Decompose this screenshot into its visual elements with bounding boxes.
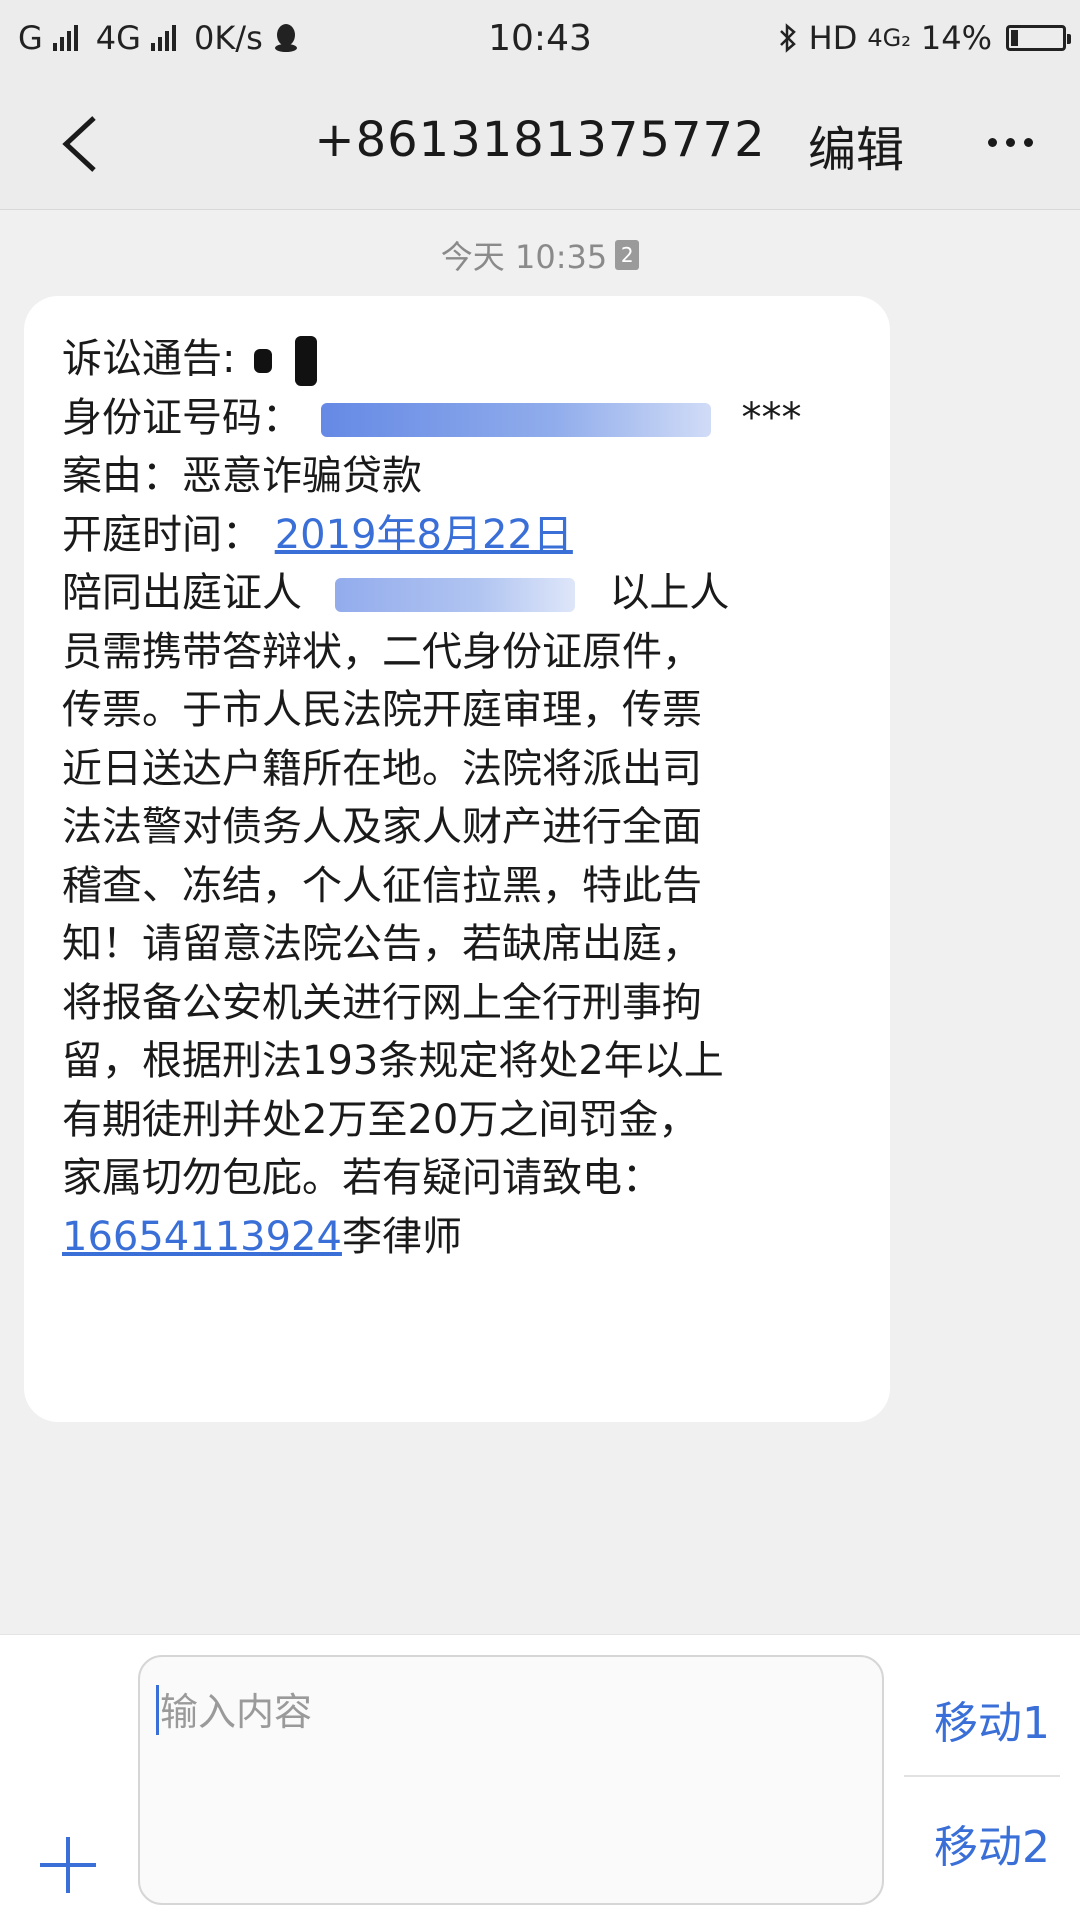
sim-badge: 2 [615, 240, 640, 270]
send-sim1-button[interactable]: 移动1 [904, 1659, 1080, 1779]
qq-icon [274, 24, 297, 52]
redaction-mark [254, 349, 273, 373]
message-line: 身份证号码： *** [62, 389, 850, 448]
signal-icon [52, 25, 78, 51]
attach-plus-button[interactable] [36, 1833, 100, 1897]
edit-button[interactable]: 编辑 [808, 110, 904, 180]
redaction-mark [294, 336, 317, 386]
message-text: 诉讼通告: [62, 336, 236, 382]
message-line: 案由：恶意诈骗贷款 [62, 453, 422, 499]
message-text: 陪同出庭证人 [62, 570, 302, 616]
message-line: 法法警对债务人及家人财产进行全面 [62, 804, 702, 850]
redaction-mark [334, 578, 575, 612]
message-text: 开庭时间： [62, 511, 262, 558]
message-line: 传票。于市人民法院开庭审理，传票 [62, 687, 702, 733]
more-dot-icon [1005, 137, 1015, 147]
composer-bar: 移动1 移动2 [0, 1634, 1080, 1920]
hd-label: HD [808, 19, 858, 57]
bluetooth-icon [779, 23, 796, 53]
message-input[interactable] [138, 1655, 884, 1905]
status-right: HD 4G₂ 14% [777, 19, 1071, 57]
network-type-2: 4G [95, 19, 141, 57]
conversation-header: +8613181375772 编辑 [0, 76, 1080, 210]
more-dot-icon [1023, 137, 1033, 147]
status-bar: G 4G 0K/s 10:43 HD 4G₂ 14% [0, 0, 1080, 76]
redaction-mark [320, 402, 711, 437]
message-line: 员需携带答辩状，二代身份证原件， [62, 628, 702, 675]
message-line: 家属切勿包庇。若有疑问请致电： [62, 1155, 662, 1201]
message-bubble[interactable]: 诉讼通告: 身份证号码： *** 案由：恶意诈骗贷款 开庭时间： 2019年8月… [24, 296, 890, 1422]
contact-number: +8613181375772 [314, 112, 766, 168]
message-text: 李律师 [341, 1213, 462, 1260]
message-text: *** [741, 394, 802, 441]
battery-percent: 14% [920, 19, 992, 57]
message-line: 留，根据刑法193条规定将处2年以上 [62, 1038, 724, 1084]
message-text: 以上人 [609, 570, 730, 616]
battery-icon [1006, 25, 1071, 51]
network-type-3: 4G₂ [867, 24, 911, 52]
signal-icon-2 [150, 25, 176, 51]
timestamp-text: 今天 10:35 [440, 238, 608, 276]
text-caret [156, 1685, 159, 1735]
message-line: 稽查、冻结，个人征信拉黑，特此告 [62, 862, 702, 909]
message-line: 开庭时间： 2019年8月22日 [62, 506, 850, 565]
more-options-button[interactable] [970, 112, 1050, 172]
network-speed: 0K/s [193, 19, 263, 57]
message-line: 陪同出庭证人 以上人 [62, 564, 850, 623]
status-left: G 4G 0K/s [18, 19, 299, 57]
message-text: 身份证号码： [62, 394, 302, 441]
message-line: 有期徒刑并处2万至20万之间罚金， [62, 1096, 699, 1143]
date-link[interactable]: 2019年8月22日 [275, 512, 573, 558]
network-type-1: G [18, 19, 43, 57]
more-dot-icon [987, 137, 997, 147]
divider [904, 1775, 1060, 1777]
message-line: 知！请留意法院公告，若缺席出庭， [62, 921, 702, 967]
send-sim2-button[interactable]: 移动2 [904, 1783, 1080, 1903]
phone-link[interactable]: 16654113924 [62, 1214, 342, 1260]
message-line: 诉讼通告: [62, 330, 850, 389]
message-line: 将报备公安机关进行网上全行刑事拘 [62, 979, 702, 1026]
message-timestamp: 今天 10:35 2 [0, 232, 1080, 278]
message-line: 近日送达户籍所在地。法院将派出司 [62, 745, 702, 792]
message-line: 16654113924李律师 [62, 1208, 850, 1267]
